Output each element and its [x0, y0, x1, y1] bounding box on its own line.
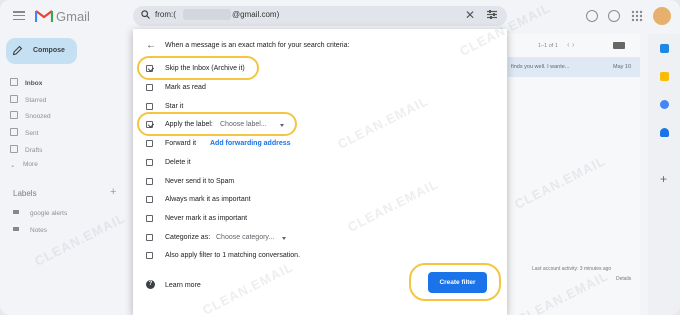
sidebar-item-drafts[interactable]: Drafts — [10, 145, 42, 154]
details-link[interactable]: Details — [616, 276, 631, 282]
delete-it-checkbox[interactable] — [146, 159, 153, 166]
sidebar-item-sent[interactable]: Sent — [10, 128, 38, 137]
search-icon[interactable] — [141, 10, 150, 19]
search-options-icon[interactable] — [487, 10, 497, 19]
sidebar-item-inbox[interactable]: Inbox — [10, 78, 42, 87]
tasks-icon[interactable] — [660, 100, 669, 109]
pagination-arrows-icon[interactable]: ‹ › — [567, 40, 575, 49]
forward-it-checkbox[interactable] — [146, 140, 153, 147]
delete-it-label: Delete it — [165, 159, 191, 166]
sidebar-item-starred[interactable]: Starred — [10, 95, 46, 104]
sidebar-item-label: Starred — [25, 97, 47, 104]
send-icon — [10, 128, 18, 136]
categorize-label: Categorize as: — [165, 234, 211, 241]
help-icon[interactable] — [586, 10, 598, 22]
sidebar-item-label: Inbox — [25, 80, 43, 87]
calendar-icon[interactable] — [660, 44, 669, 53]
pencil-icon — [12, 45, 23, 56]
draft-icon — [10, 145, 18, 153]
sidebar-item-label: Drafts — [25, 147, 43, 154]
email-date: May 10 — [613, 64, 632, 70]
star-it-label: Star it — [165, 103, 184, 110]
label-notes[interactable]: Notes — [13, 227, 47, 234]
apply-existing-label: Also apply filter to 1 matching conversa… — [165, 252, 301, 259]
chevron-down-icon: ⌄ — [10, 162, 16, 169]
add-addon-icon[interactable]: + — [660, 172, 667, 186]
never-important-label: Never mark it as important — [165, 215, 248, 222]
star-icon — [10, 95, 18, 103]
compose-label: Compose — [33, 47, 65, 54]
add-label-icon[interactable]: + — [110, 186, 116, 198]
help-question-icon[interactable]: ? — [146, 280, 155, 289]
forward-it-label: Forward it — [165, 140, 197, 147]
clear-search-icon[interactable]: ✕ — [465, 8, 475, 22]
always-important-label: Always mark it as important — [165, 196, 251, 203]
contacts-icon[interactable] — [660, 128, 669, 137]
star-it-checkbox[interactable] — [146, 103, 153, 110]
sidebar-item-snoozed[interactable]: Snoozed — [10, 111, 51, 120]
gmail-logo-icon — [35, 10, 53, 22]
apps-grid-icon[interactable] — [631, 10, 643, 22]
email-snippet: finds you well. I wante... — [511, 64, 570, 70]
dialog-title: When a message is an exact match for you… — [165, 42, 350, 49]
app-title: Gmail — [56, 9, 90, 24]
gmail-window: Gmail from:( @gmail.com) ✕ Compose Inbox… — [0, 0, 680, 315]
choose-category-dropdown[interactable]: Choose category... — [216, 234, 274, 241]
learn-more-link[interactable]: Learn more — [165, 282, 201, 289]
account-avatar[interactable] — [653, 7, 671, 25]
keyboard-icon[interactable] — [613, 42, 625, 49]
label-name: google alerts — [30, 210, 68, 217]
sidebar-item-label: Sent — [25, 130, 39, 137]
never-spam-checkbox[interactable] — [146, 178, 153, 185]
always-important-checkbox[interactable] — [146, 196, 153, 203]
label-tag-icon — [13, 227, 19, 231]
settings-gear-icon[interactable] — [608, 10, 620, 22]
search-query-suffix[interactable]: @gmail.com) — [232, 10, 279, 19]
labels-heading: Labels — [13, 189, 37, 198]
highlight-apply-label — [137, 112, 297, 136]
label-name: Notes — [30, 227, 47, 234]
add-forwarding-address-link[interactable]: Add forwarding address — [210, 140, 291, 147]
sidebar-item-label: Snoozed — [25, 113, 51, 120]
mark-as-read-label: Mark as read — [165, 84, 206, 91]
back-arrow-icon[interactable]: ← — [146, 40, 156, 51]
highlight-skip-inbox — [137, 56, 259, 80]
category-dropdown-caret-icon[interactable] — [282, 237, 286, 240]
sidebar-item-label: More — [23, 161, 38, 168]
main-menu-icon[interactable] — [13, 11, 25, 21]
sidebar-item-more[interactable]: ⌄ More — [10, 161, 38, 169]
keep-icon[interactable] — [660, 72, 669, 81]
never-spam-label: Never send it to Spam — [165, 178, 235, 185]
categorize-checkbox[interactable] — [146, 234, 153, 241]
mark-as-read-checkbox[interactable] — [146, 84, 153, 91]
label-google-alerts[interactable]: google alerts — [13, 210, 67, 217]
never-important-checkbox[interactable] — [146, 215, 153, 222]
clock-icon — [10, 111, 18, 119]
watermark-text: CLEAN.EMAIL — [32, 210, 128, 269]
redacted-email — [183, 9, 231, 20]
pagination-text: 1–1 of 1 — [538, 43, 558, 49]
highlight-create-filter — [409, 263, 501, 301]
inbox-icon — [10, 78, 18, 86]
apply-existing-checkbox[interactable] — [146, 252, 153, 259]
search-query-prefix[interactable]: from:( — [155, 10, 176, 19]
label-tag-icon — [13, 210, 19, 214]
